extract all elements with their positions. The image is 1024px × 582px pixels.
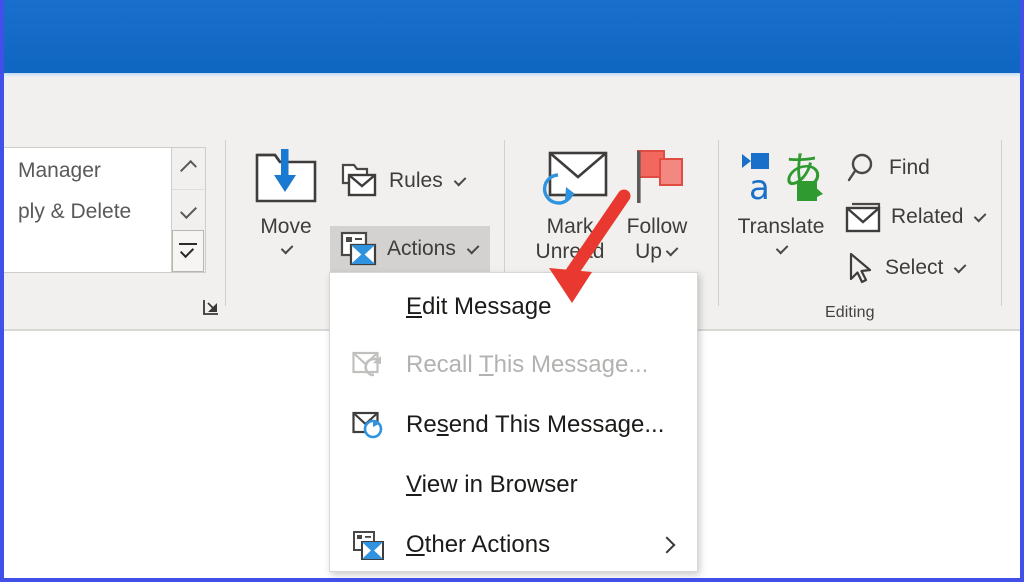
chevron-right-icon: [659, 537, 676, 554]
menu-item-recall-this-message: Recall This Message...: [330, 337, 697, 393]
accel-char: s: [437, 411, 449, 438]
dialog-box-launcher-icon: [202, 298, 222, 318]
gallery-more-icon: [178, 241, 198, 261]
actions-button-label: Actions: [387, 237, 456, 261]
menu-item-label: View in Browser: [406, 471, 578, 499]
chevron-down-icon: [974, 209, 987, 222]
chevron-down-icon: [666, 244, 679, 257]
move-caret[interactable]: [240, 239, 332, 259]
quick-steps-scroll-buttons: [172, 147, 206, 273]
editing-group-caption: Editing: [825, 304, 875, 322]
menu-item-edit-message[interactable]: Edit Message: [330, 279, 697, 335]
accel-char: T: [479, 351, 494, 378]
quick-steps-scroll-down-button[interactable]: [172, 189, 204, 230]
chevron-down-icon: [954, 260, 967, 273]
related-button-label: Related: [891, 205, 963, 229]
chevron-down-icon: [775, 241, 788, 254]
chevron-down-icon: [180, 202, 197, 219]
follow-up-label-line2: Up: [635, 239, 662, 264]
menu-item-other-actions[interactable]: Other Actions: [330, 517, 697, 573]
group-separator-editing-right: [1001, 140, 1002, 306]
menu-item-label: Other Actions: [406, 531, 550, 559]
mark-unread-label-line2: Unread: [518, 239, 622, 264]
quick-step-item-manager[interactable]: Manager: [18, 159, 101, 183]
related-button[interactable]: Related: [838, 198, 995, 236]
rules-button[interactable]: Rules: [332, 158, 475, 204]
actions-dropdown-menu: Edit Message Recall This Message...: [329, 272, 698, 572]
actions-button[interactable]: Actions: [330, 226, 490, 272]
accel-char: E: [406, 293, 422, 320]
chevron-up-icon: [180, 160, 197, 177]
menu-item-label: Resend This Message...: [406, 411, 664, 439]
rules-icon: [338, 161, 380, 201]
menu-item-view-in-browser[interactable]: View in Browser: [330, 457, 697, 513]
chevron-down-icon: [467, 241, 480, 254]
window-border-left: [0, 0, 4, 582]
window-border-right: [1020, 0, 1024, 582]
translate-icon: a あ: [728, 142, 834, 214]
quick-steps-scroll-up-button[interactable]: [172, 148, 204, 189]
translate-caret[interactable]: [728, 239, 834, 259]
quick-steps-dialog-launcher[interactable]: [202, 298, 222, 318]
accel-char: V: [406, 471, 422, 498]
quick-steps-more-button[interactable]: [172, 230, 204, 272]
move-button[interactable]: Move: [240, 142, 332, 259]
outlook-window: Manager ply & Delete: [0, 0, 1024, 582]
quick-steps-gallery[interactable]: Manager ply & Delete: [4, 147, 172, 273]
move-button-label: Move: [240, 214, 332, 239]
select-button-label: Select: [885, 256, 943, 280]
find-button[interactable]: Find: [840, 148, 938, 188]
chevron-down-icon: [280, 241, 293, 254]
translate-button-label: Translate: [728, 214, 834, 239]
actions-icon: [338, 231, 378, 267]
mark-unread-button[interactable]: Mark Unread: [518, 142, 622, 264]
related-messages-icon: [844, 201, 882, 233]
chevron-down-icon: [453, 173, 466, 186]
svg-text:a: a: [749, 168, 770, 208]
follow-up-flag-icon: [610, 142, 704, 214]
search-icon: [846, 151, 880, 185]
other-actions-icon: [352, 531, 386, 559]
follow-up-button[interactable]: Follow Up: [610, 142, 704, 264]
mark-unread-icon: [518, 142, 622, 214]
menu-item-label: Recall This Message...: [406, 351, 648, 379]
accel-char: O: [406, 531, 425, 558]
move-to-folder-icon: [240, 142, 332, 214]
title-bar: [0, 0, 1024, 73]
window-border-bottom: [0, 578, 1024, 582]
quick-step-item-reply-and-delete[interactable]: ply & Delete: [18, 200, 131, 224]
translate-button[interactable]: a あ Translate: [728, 142, 834, 259]
mark-unread-label-line1: Mark: [518, 214, 622, 239]
follow-up-label-line1: Follow: [610, 214, 704, 239]
resend-message-icon: [352, 411, 386, 439]
find-button-label: Find: [889, 156, 930, 180]
group-separator-tags-editing: [718, 140, 719, 306]
rules-button-label: Rules: [389, 169, 443, 193]
group-separator-quicksteps-move: [225, 140, 226, 306]
select-button[interactable]: Select: [838, 248, 975, 288]
recall-message-icon: [352, 351, 386, 379]
pointer-cursor-icon: [844, 251, 876, 285]
menu-item-resend-this-message[interactable]: Resend This Message...: [330, 397, 697, 453]
menu-item-label: Edit Message: [406, 293, 551, 321]
